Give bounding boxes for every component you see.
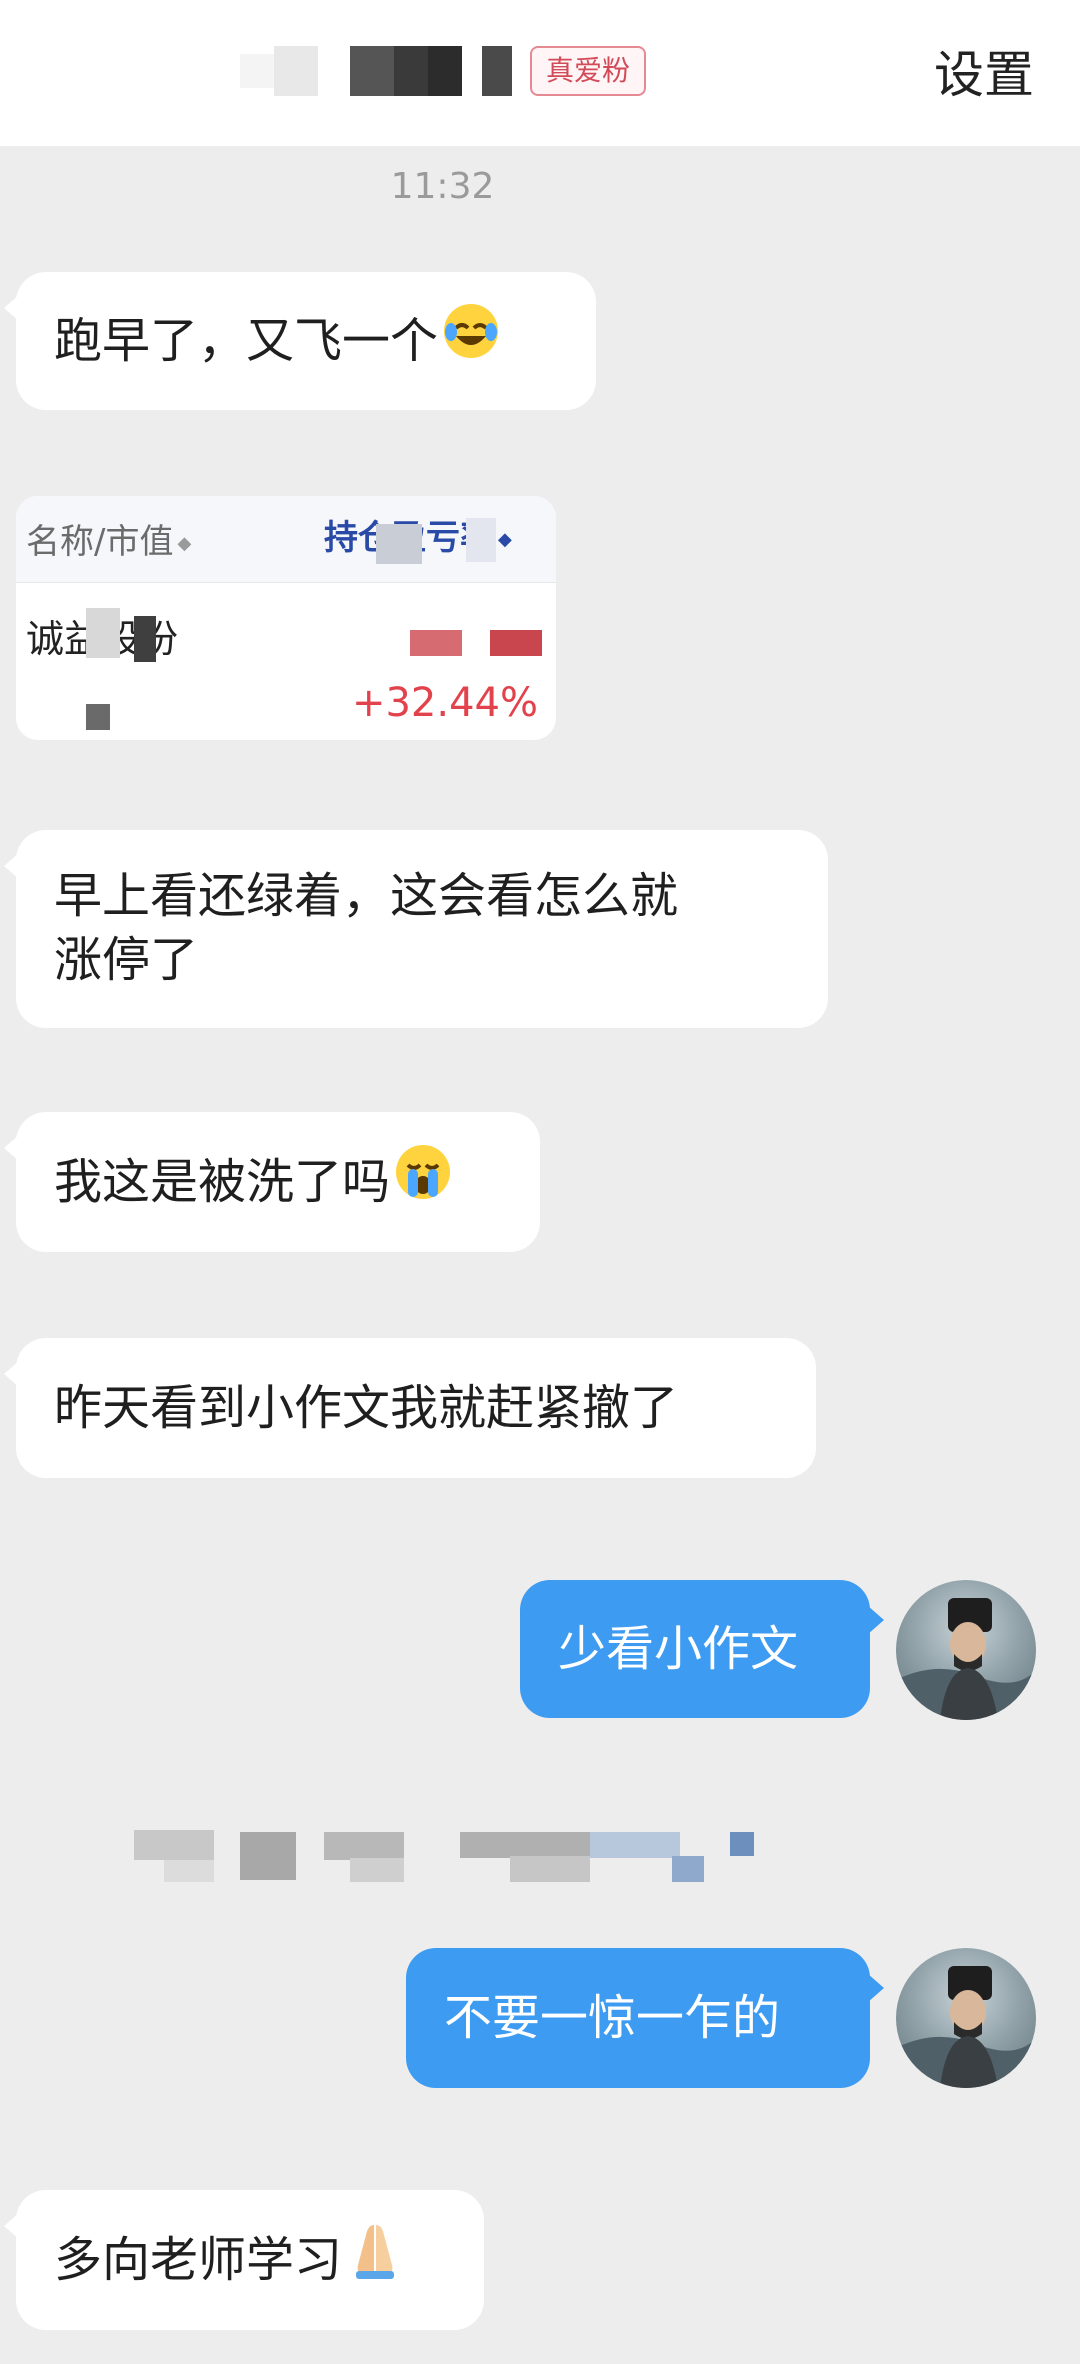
column-label: 名称/市值 bbox=[26, 522, 174, 562]
message-text-line2: 涨停了 bbox=[54, 932, 199, 988]
avatar-portrait-icon bbox=[896, 1966, 1036, 2088]
message-bubble[interactable]: 多向老师学习 bbox=[4, 2190, 484, 2333]
message-bubble[interactable]: 我这是被洗了吗 bbox=[4, 1112, 540, 1255]
sort-icon: ◆ bbox=[498, 529, 512, 550]
message-text: 跑早了，又飞一个 bbox=[54, 313, 439, 369]
message-text: 少看小作文 bbox=[558, 1621, 799, 1677]
sort-icon: ◆ bbox=[177, 533, 192, 554]
fan-badge: 真爱粉 bbox=[530, 46, 647, 96]
folded-hands-emoji-icon bbox=[346, 2193, 404, 2333]
message-text: 我这是被洗了吗 bbox=[54, 1154, 391, 1210]
user-avatar[interactable] bbox=[896, 1580, 1036, 1720]
settings-button[interactable]: 设置 bbox=[934, 40, 1034, 110]
holding-gain-percent: +32.44% bbox=[351, 680, 538, 726]
crying-emoji-icon bbox=[394, 1115, 452, 1255]
laugh-crying-emoji-icon bbox=[442, 275, 500, 413]
message-bubble[interactable]: 早上看还绿着，这会看怎么就 涨停了 bbox=[4, 830, 828, 1028]
message-bubble[interactable]: 昨天看到小作文我就赶紧撤了 bbox=[4, 1338, 816, 1478]
chat-header: 真爱粉 设置 bbox=[0, 0, 1080, 146]
avatar-portrait-icon bbox=[896, 1598, 1036, 1720]
column-name-market-cap: 名称/市值 ◆ bbox=[26, 514, 191, 563]
message-bubble[interactable]: 不要一惊一乍的 bbox=[406, 1948, 884, 2088]
message-text: 昨天看到小作文我就赶紧撤了 bbox=[54, 1380, 679, 1436]
message-text: 多向老师学习 bbox=[54, 2232, 343, 2288]
message-text: 不要一惊一乍的 bbox=[444, 1990, 781, 2046]
message-text-line1: 早上看还绿着，这会看怎么就 bbox=[54, 868, 679, 924]
stock-screenshot-card[interactable]: 名称/市值◆ 持仓盈亏率◆ 诚益股份 +32.44% bbox=[16, 496, 556, 740]
user-avatar[interactable] bbox=[896, 1948, 1036, 2088]
message-timestamp: 11:32 bbox=[390, 166, 495, 207]
message-bubble[interactable]: 少看小作文 bbox=[520, 1580, 884, 1718]
message-bubble[interactable]: 跑早了，又飞一个 bbox=[4, 272, 596, 413]
